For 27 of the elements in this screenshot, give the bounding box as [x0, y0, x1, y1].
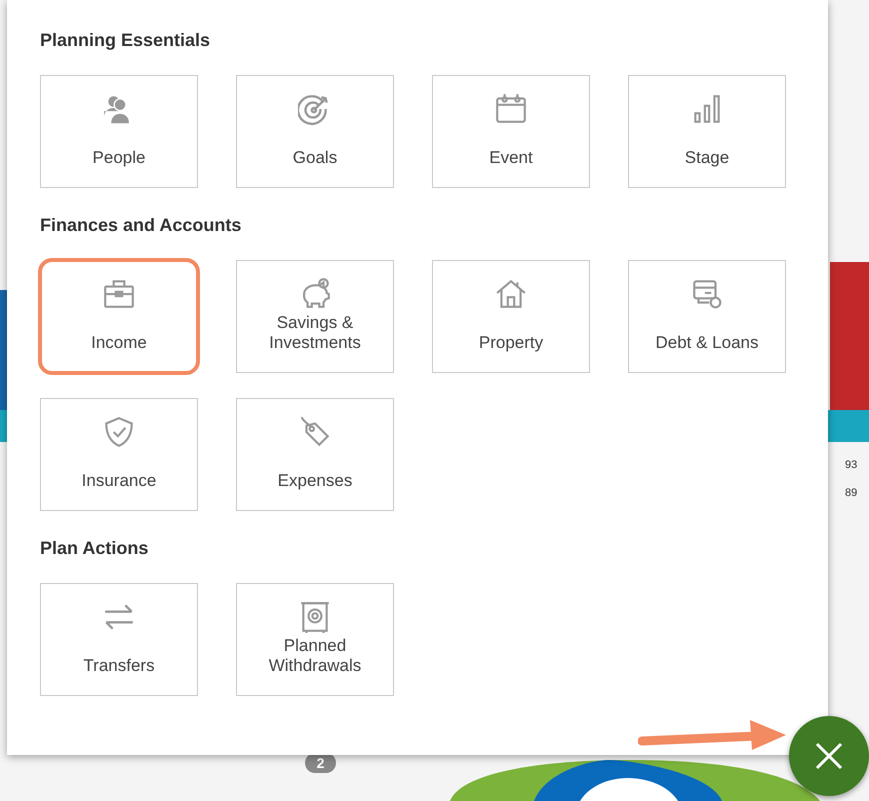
section-heading: Finances and Accounts: [40, 215, 242, 236]
value-text: 93: [845, 459, 858, 471]
category-tile[interactable]: Expenses: [236, 398, 394, 511]
category-tile[interactable]: Insurance: [40, 398, 198, 511]
category-tile[interactable]: People: [40, 75, 198, 188]
category-tile[interactable]: Transfers: [40, 583, 198, 696]
count-badge: 2: [305, 753, 336, 773]
category-tile[interactable]: Savings & Investments: [236, 260, 394, 373]
section-heading: Planning Essentials: [40, 30, 210, 51]
category-tile[interactable]: Debt & Loans: [628, 260, 786, 373]
house-icon: [494, 277, 528, 311]
category-tile[interactable]: Planned Withdrawals: [236, 583, 394, 696]
category-tile[interactable]: Income: [40, 260, 198, 373]
shield-icon: [102, 415, 136, 449]
category-tile[interactable]: Stage: [628, 75, 786, 188]
category-tile[interactable]: Event: [432, 75, 590, 188]
section-heading: Plan Actions: [40, 538, 148, 559]
category-tile[interactable]: Property: [432, 260, 590, 373]
briefcase-icon: [102, 277, 136, 311]
safe-icon: [298, 600, 332, 634]
card-icon: [690, 277, 724, 311]
calendar-icon: [494, 92, 528, 126]
category-tile[interactable]: Goals: [236, 75, 394, 188]
close-button[interactable]: [789, 716, 869, 796]
close-icon: [814, 741, 844, 771]
tag-icon: [298, 415, 332, 449]
value-text: 89: [845, 487, 858, 499]
